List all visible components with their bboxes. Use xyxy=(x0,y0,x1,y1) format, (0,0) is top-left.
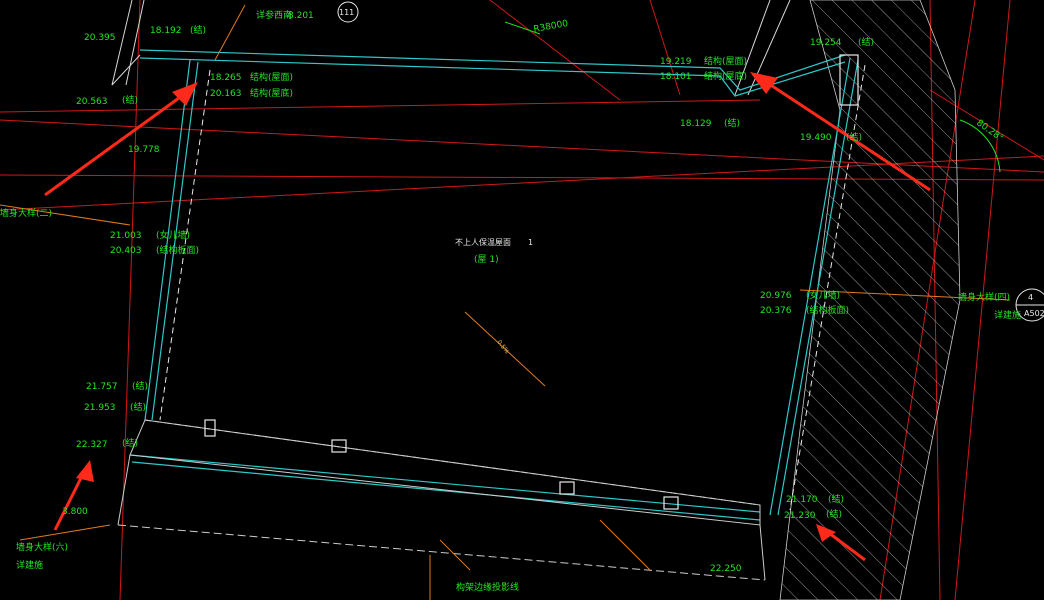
tag-struct-g: (结) xyxy=(858,36,874,48)
tag-struct-e: (结) xyxy=(122,437,138,449)
room-name: 不上人保温屋面 xyxy=(455,237,511,247)
elev-19254: 19.254 xyxy=(810,38,842,48)
tag-struct-a: (结) xyxy=(190,24,206,36)
top-left-ref: 详参西南 xyxy=(256,9,292,21)
elev-22250: 22.250 xyxy=(710,564,742,574)
top-wall-b: (女儿墙) xyxy=(806,289,840,301)
elev-20403: 20.403 xyxy=(110,246,142,256)
left-detail-cut: 墙身大样(二) xyxy=(0,207,52,219)
elev-21170: 21.170 xyxy=(786,495,818,505)
elev-18129: 18.129 xyxy=(680,119,712,129)
bottom-note: 构架边缘投影线 xyxy=(456,581,519,593)
detail-circle-top-num: 111 xyxy=(339,8,354,17)
elev-20976: 20.976 xyxy=(760,291,792,301)
elev-18265: 18.265 xyxy=(210,73,242,83)
elev-20563: 20.563 xyxy=(76,97,108,107)
elev-20395: 20.395 xyxy=(84,33,116,43)
tag-struct-h: (结) xyxy=(846,131,862,143)
inner-dashed-lines xyxy=(144,64,866,511)
elev-20376: 20.376 xyxy=(760,306,792,316)
elev-18192: 18.192 xyxy=(150,26,182,36)
columns xyxy=(204,54,859,510)
slope-label: 0.5% xyxy=(495,339,510,356)
elev-21757: 21.757 xyxy=(86,382,118,392)
tag-struct-c: (结) xyxy=(132,380,148,392)
left-detail-ref: 详建施 xyxy=(16,559,43,571)
elev-21003: 21.003 xyxy=(110,231,142,241)
elev-21230: 21.230 xyxy=(784,511,816,521)
struct-bottom-b: 结构(屋底) xyxy=(704,70,747,82)
elev-3800: 3.800 xyxy=(62,507,88,517)
top-left-ref-num: 8.201 xyxy=(288,11,314,21)
room-num: 1 xyxy=(528,238,533,247)
tag-struct-b: (结) xyxy=(122,94,138,106)
right-detail-ref: 详建施 xyxy=(994,309,1021,321)
elev-20163: 20.163 xyxy=(210,89,242,99)
top-wall-a: (女儿墙) xyxy=(156,229,190,241)
building-outline xyxy=(129,49,859,521)
tag-struct-j: (结) xyxy=(826,508,842,520)
beam-top-b: (结构板面) xyxy=(806,304,849,316)
parapet-outline xyxy=(117,419,766,581)
room-sub: (屋 1) xyxy=(474,254,499,265)
tag-struct-f: (结) xyxy=(724,117,740,129)
detail-circle-top-text: 4 xyxy=(1028,293,1033,302)
elev-19490: 19.490 xyxy=(800,133,832,143)
detail-circle-top[interactable]: 111 xyxy=(337,1,359,23)
right-detail-title: 墙身大样(四) xyxy=(958,291,1010,303)
elev-21953: 21.953 xyxy=(84,403,116,413)
elev-18101: 18.101 xyxy=(660,72,692,82)
struct-top-b: 结构(屋面) xyxy=(704,55,747,67)
radius-label: R38000 xyxy=(533,19,569,35)
struct-bottom-a: 结构(屋底) xyxy=(250,87,293,99)
tag-struct-i: (结) xyxy=(828,493,844,505)
cad-drawing-canvas[interactable]: 4 A502 111 20.395 18.192 (结) 详参西南 8.201 … xyxy=(0,0,1044,600)
elev-22327: 22.327 xyxy=(76,440,108,450)
left-detail-title: 墙身大样(六) xyxy=(16,541,68,553)
beam-top-a: (结构板面) xyxy=(156,244,199,256)
detail-circle-bottom-text: A502 xyxy=(1024,309,1044,318)
elev-19778: 19.778 xyxy=(128,145,160,155)
struct-top-a: 结构(屋面) xyxy=(250,71,293,83)
elev-19219: 19.219 xyxy=(660,57,692,67)
tag-struct-d: (结) xyxy=(130,401,146,413)
